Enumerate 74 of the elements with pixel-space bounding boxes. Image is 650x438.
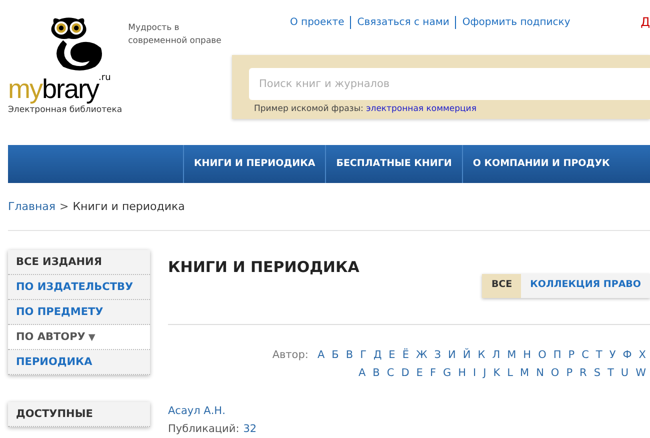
logo-wordmark: mybrary <box>8 76 99 102</box>
letter-link[interactable]: S <box>594 364 600 382</box>
sidebar-item[interactable]: ВСЕ ИЗДАНИЯ <box>8 250 150 274</box>
letter-link[interactable]: Л <box>492 346 500 364</box>
top-link[interactable]: Связаться с нами <box>357 14 450 30</box>
breadcrumb-link[interactable]: Главная <box>8 199 56 216</box>
top-link[interactable]: Д <box>640 13 650 31</box>
letter-link[interactable]: М <box>507 346 516 364</box>
letter-link[interactable]: W <box>636 364 646 382</box>
top-link[interactable]: О проекте <box>290 14 344 30</box>
top-link[interactable]: Оформить подписку <box>462 14 570 30</box>
nav-item[interactable]: БЕСПЛАТНЫЕ КНИГИ <box>325 145 462 183</box>
letter-link[interactable]: R <box>580 364 587 382</box>
letter-link[interactable]: Н <box>523 346 532 364</box>
breadcrumb-current: Книги и периодика <box>72 199 185 215</box>
letter-link[interactable]: С <box>582 346 589 364</box>
search-example-link[interactable]: электронная коммерция <box>366 104 476 114</box>
letter-link[interactable]: I <box>473 364 476 382</box>
author-link[interactable]: Асаул А.Н. <box>168 402 226 420</box>
letter-link[interactable]: У <box>609 346 616 364</box>
nav-item[interactable]: О КОМПАНИИ И ПРОДУК <box>462 145 620 183</box>
letter-link[interactable]: D <box>401 364 410 382</box>
publication-count-link[interactable]: 32 <box>243 420 257 438</box>
letter-link[interactable]: Е <box>388 346 396 364</box>
letter-link[interactable]: Ф <box>622 346 632 364</box>
letter-link[interactable]: Т <box>596 346 602 364</box>
letter-link[interactable]: O <box>550 364 560 382</box>
publication-count-label: Публикаций: <box>168 422 240 436</box>
letter-link[interactable]: Ж <box>416 346 428 364</box>
sidebar-item[interactable]: ПО АВТОРУ ▼ <box>8 324 150 350</box>
letter-link[interactable]: А <box>317 346 325 364</box>
letter-link[interactable]: В <box>346 346 354 364</box>
letter-link[interactable]: H <box>458 364 466 382</box>
letter-link[interactable]: U <box>620 364 629 382</box>
letter-link[interactable]: P <box>566 364 573 382</box>
nav-item[interactable]: КНИГИ И ПЕРИОДИКА <box>183 145 326 183</box>
logo-subtitle: Электронная библиотека <box>8 104 124 117</box>
letter-link[interactable]: И <box>448 346 456 364</box>
letter-link[interactable]: B <box>372 364 380 382</box>
letter-link[interactable]: F <box>430 364 436 382</box>
letter-link[interactable]: G <box>442 364 452 382</box>
letter-link[interactable]: A <box>358 364 366 382</box>
filter-tab[interactable]: КОЛЛЕКЦИЯ ПРАВО <box>521 274 650 298</box>
letter-link[interactable]: З <box>434 346 441 364</box>
logo-domain: .ru <box>98 72 111 83</box>
letter-link[interactable]: M <box>520 364 530 382</box>
page-title: КНИГИ И ПЕРИОДИКА <box>168 256 360 278</box>
letter-link[interactable]: К <box>478 346 486 364</box>
letter-link[interactable]: П <box>553 346 562 364</box>
letter-link[interactable]: E <box>416 364 423 382</box>
author-filter-label: Автор: <box>272 348 308 362</box>
letter-link[interactable]: Б <box>332 346 339 364</box>
letter-link[interactable]: Х <box>638 346 646 364</box>
letter-link[interactable]: C <box>386 364 394 382</box>
letter-link[interactable]: Й <box>462 346 471 364</box>
letter-link[interactable]: Д <box>373 346 382 364</box>
sidebar-item[interactable]: ПО ИЗДАТЕЛЬСТВУ <box>8 274 150 300</box>
letter-link[interactable]: T <box>608 364 614 382</box>
letter-link[interactable]: Р <box>568 346 575 364</box>
search-field[interactable]: Поиск книг и журналов <box>249 68 650 100</box>
sidebar-item[interactable]: ПЕРИОДИКА <box>8 350 150 374</box>
letter-link[interactable]: N <box>536 364 544 382</box>
letter-link[interactable]: О <box>538 346 546 364</box>
caret-icon: ▼ <box>88 332 96 342</box>
letter-link[interactable]: L <box>507 364 513 382</box>
letter-link[interactable]: J <box>483 364 486 382</box>
breadcrumb-separator: > <box>60 199 69 215</box>
letter-link[interactable]: K <box>493 364 500 382</box>
logo-tagline: Мудрость в современной оправе <box>128 22 222 48</box>
letter-link[interactable]: Г <box>360 346 366 364</box>
filter-tab[interactable]: ВСЕ <box>482 274 522 298</box>
letter-link[interactable]: Ё <box>402 346 409 364</box>
sidebar-item[interactable]: ДОСТУПНЫЕ <box>8 402 150 426</box>
search-example-label: Пример искомой фразы: <box>254 104 364 114</box>
